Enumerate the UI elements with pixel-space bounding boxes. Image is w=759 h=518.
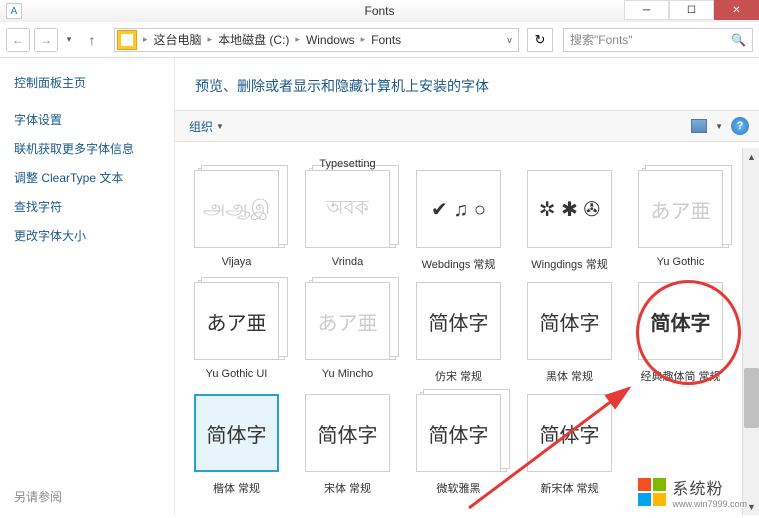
font-item[interactable]: 简体字仿宋 常规 (411, 282, 506, 384)
page-title: 预览、删除或者显示和隐藏计算机上安装的字体 (175, 58, 759, 110)
scrollbar-thumb[interactable] (744, 368, 759, 428)
font-item[interactable]: 简体字黑体 常规 (522, 282, 617, 384)
breadcrumb[interactable]: ▸ 这台电脑 ▸ 本地磁盘 (C:) ▸ Windows ▸ Fonts v (114, 28, 519, 52)
organize-label: 组织 (189, 118, 213, 135)
font-item[interactable]: 简体字宋体 常规 (300, 394, 395, 496)
breadcrumb-sep-icon: ▸ (291, 34, 304, 45)
font-item[interactable]: あア亜 Yu Gothic UI (189, 282, 284, 384)
back-button[interactable]: ← (6, 28, 30, 52)
breadcrumb-item[interactable]: Windows (304, 33, 357, 47)
watermark-logo-icon (638, 478, 666, 506)
watermark-text: 系统粉 (672, 475, 747, 499)
font-label: 楷体 常规 (213, 480, 260, 496)
font-preview[interactable]: ✔ ♫ ○ (416, 170, 501, 248)
font-item[interactable]: 简体字楷体 常规 (189, 394, 284, 496)
scrollbar[interactable]: ▲ ▼ (742, 148, 759, 515)
nav-toolbar: ← → ▾ ↑ ▸ 这台电脑 ▸ 本地磁盘 (C:) ▸ Windows ▸ F… (0, 22, 759, 58)
sidebar-link-cleartype[interactable]: 调整 ClearType 文本 (14, 169, 160, 186)
sidebar-link-find-char[interactable]: 查找字符 (14, 198, 160, 215)
font-grid: Typesetting அஆஇ Vijaya অবক Vrinda ✔ ♫ ○ Webdin… (175, 142, 759, 515)
font-label: Yu Mincho (322, 368, 373, 380)
sidebar: 控制面板主页 字体设置 联机获取更多字体信息 调整 ClearType 文本 查… (0, 58, 175, 515)
font-preview[interactable]: ✲ ✱ ✇ (527, 170, 612, 248)
up-button[interactable]: ↑ (80, 28, 104, 52)
watermark-url: www.win7999.com (672, 499, 747, 509)
window-title: Fonts (364, 4, 394, 18)
font-label: 新宋体 常规 (540, 480, 598, 496)
font-preview[interactable]: あア亜 (305, 282, 390, 360)
font-label: Vijaya (222, 256, 252, 268)
font-preview[interactable]: 简体字 (305, 394, 390, 472)
font-label: 微软雅黑 (437, 480, 481, 496)
font-preview[interactable]: 简体字 (416, 282, 501, 360)
font-item[interactable]: あア亜 Yu Gothic (633, 170, 728, 272)
font-label: Yu Gothic UI (206, 368, 268, 380)
font-preview[interactable]: 简体字 (527, 394, 612, 472)
font-label: 经典趣体简 常规 (640, 368, 720, 384)
content-pane: 预览、删除或者显示和隐藏计算机上安装的字体 组织 ▼ ▼ ? Typesetti… (175, 58, 759, 515)
font-label: 宋体 常规 (324, 480, 371, 496)
font-item[interactable]: あア亜 Yu Mincho (300, 282, 395, 384)
organize-button[interactable]: 组织 ▼ (185, 116, 228, 137)
font-item[interactable]: Typesetting (300, 150, 395, 170)
view-options-button[interactable] (691, 119, 707, 133)
sidebar-home-link[interactable]: 控制面板主页 (14, 74, 160, 91)
window-icon: A (6, 3, 22, 19)
chevron-down-icon[interactable]: ▼ (715, 122, 723, 131)
sidebar-link-online-fonts[interactable]: 联机获取更多字体信息 (14, 140, 160, 157)
sidebar-see-also: 另请参阅 (14, 488, 62, 505)
font-label: 黑体 常规 (546, 368, 593, 384)
font-preview[interactable]: 简体字 (527, 282, 612, 360)
sidebar-link-font-settings[interactable]: 字体设置 (14, 111, 160, 128)
font-item[interactable]: অবক Vrinda (300, 170, 395, 272)
maximize-button[interactable]: ☐ (669, 0, 714, 20)
scroll-up-icon[interactable]: ▲ (743, 148, 759, 165)
font-preview[interactable]: 简体字 (194, 394, 279, 472)
help-button[interactable]: ? (731, 117, 749, 135)
font-label: Webdings 常规 (422, 256, 496, 272)
breadcrumb-item[interactable]: Fonts (369, 33, 403, 47)
minimize-button[interactable]: ─ (624, 0, 669, 20)
font-label: Vrinda (332, 256, 363, 268)
font-label: 仿宋 常规 (435, 368, 482, 384)
search-icon: 🔍 (731, 33, 746, 47)
font-item[interactable]: 简体字经典趣体简 常规 (633, 282, 728, 384)
font-item[interactable]: ✲ ✱ ✇ Wingdings 常规 (522, 170, 617, 272)
breadcrumb-item[interactable]: 本地磁盘 (C:) (216, 31, 291, 48)
main-content: 控制面板主页 字体设置 联机获取更多字体信息 调整 ClearType 文本 查… (0, 58, 759, 515)
forward-button[interactable]: → (34, 28, 58, 52)
chevron-down-icon: ▼ (216, 122, 224, 131)
breadcrumb-sep-icon: ▸ (139, 34, 152, 45)
content-toolbar: 组织 ▼ ▼ ? (175, 110, 759, 142)
close-button[interactable]: ✕ (714, 0, 759, 20)
titlebar: A Fonts ─ ☐ ✕ (0, 0, 759, 22)
search-placeholder: 搜索"Fonts" (570, 31, 633, 48)
breadcrumb-item[interactable]: 这台电脑 (152, 31, 204, 48)
font-preview[interactable]: あア亜 (638, 170, 723, 248)
breadcrumb-sep-icon: ▸ (357, 34, 370, 45)
search-input[interactable]: 搜索"Fonts" 🔍 (563, 28, 753, 52)
font-label: Typesetting (319, 158, 375, 170)
sidebar-link-font-size[interactable]: 更改字体大小 (14, 227, 160, 244)
breadcrumb-dropdown[interactable]: v (500, 35, 518, 45)
font-preview[interactable]: அஆஇ (194, 170, 279, 248)
font-item[interactable]: 简体字微软雅黑 (411, 394, 506, 496)
folder-icon (117, 30, 137, 50)
watermark: 系统粉 www.win7999.com (638, 475, 747, 509)
font-label: Yu Gothic (657, 256, 705, 268)
font-preview[interactable]: 简体字 (638, 282, 723, 360)
font-label: Wingdings 常规 (531, 256, 607, 272)
refresh-button[interactable]: ↻ (527, 28, 553, 52)
font-preview[interactable]: あア亜 (194, 282, 279, 360)
font-item[interactable]: அஆஇ Vijaya (189, 170, 284, 272)
breadcrumb-sep-icon: ▸ (204, 34, 217, 45)
titlebar-buttons: ─ ☐ ✕ (624, 0, 759, 20)
font-item[interactable]: 简体字新宋体 常规 (522, 394, 617, 496)
font-preview[interactable]: অবক (305, 170, 390, 248)
font-preview[interactable]: 简体字 (416, 394, 501, 472)
font-item[interactable]: ✔ ♫ ○ Webdings 常规 (411, 170, 506, 272)
history-dropdown[interactable]: ▾ (62, 28, 76, 52)
